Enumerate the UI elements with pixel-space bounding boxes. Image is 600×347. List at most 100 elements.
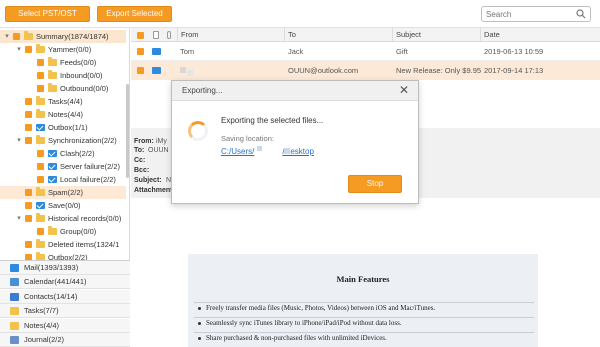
- column-header-to[interactable]: To: [284, 28, 392, 42]
- from-value: iMy: [156, 138, 167, 145]
- bcc-label: Bcc:: [134, 167, 150, 174]
- expand-arrow-icon[interactable]: ▾: [3, 30, 11, 43]
- tree-item[interactable]: Feeds(0/0): [0, 56, 126, 69]
- tree-item[interactable]: Spam(2/2): [0, 186, 126, 199]
- tree-item-label: Inbound(0/0): [60, 71, 103, 80]
- folder-checkbox[interactable]: [25, 124, 32, 131]
- feature-text: Freely transfer media files (Music, Phot…: [206, 304, 436, 312]
- category-icon: [10, 307, 19, 316]
- feature-item: Share purchased & non-purchased files wi…: [194, 332, 534, 346]
- tree-item-label: Summary(1874/1874): [36, 32, 109, 41]
- mail-folder-icon: [36, 124, 45, 131]
- close-icon[interactable]: ✕: [398, 84, 410, 96]
- row-to: Jack: [288, 47, 304, 56]
- email-heading: Main Features: [336, 274, 390, 284]
- folder-checkbox[interactable]: [37, 59, 44, 66]
- tree-item[interactable]: Group(0/0): [0, 225, 126, 238]
- row-checkbox[interactable]: [137, 67, 144, 74]
- folder-checkbox[interactable]: [37, 163, 44, 170]
- tree-item[interactable]: Save(0/0): [0, 199, 126, 212]
- email-content: Main Features Freely transfer media file…: [188, 254, 538, 347]
- search-input[interactable]: [486, 8, 572, 20]
- redacted-path: [284, 148, 290, 154]
- tree-item[interactable]: Outbound(0/0): [0, 82, 126, 95]
- category-item[interactable]: Notes(4/4): [0, 318, 130, 333]
- tree-item-label: Server failure(2/2): [60, 162, 121, 171]
- mail-folder-icon: [48, 163, 57, 170]
- tree-item[interactable]: ▾ Summary(1874/1874): [0, 30, 126, 43]
- stop-button[interactable]: Stop: [348, 175, 402, 193]
- column-header-date[interactable]: Date: [480, 28, 600, 42]
- category-icon: [10, 292, 19, 301]
- tree-item-label: Outbox(2/2): [48, 253, 88, 260]
- tree-item-label: Historical records(0/0): [48, 214, 122, 223]
- folder-checkbox[interactable]: [37, 150, 44, 157]
- tree-item[interactable]: Tasks(4/4): [0, 95, 126, 108]
- saving-location-link[interactable]: C:/Users//Desktop: [221, 147, 314, 156]
- tree-item[interactable]: Outbox(1/1): [0, 121, 126, 134]
- folder-checkbox[interactable]: [13, 33, 20, 40]
- tree-item[interactable]: Server failure(2/2): [0, 160, 126, 173]
- folder-checkbox[interactable]: [25, 215, 32, 222]
- folder-checkbox[interactable]: [37, 85, 44, 92]
- folder-checkbox[interactable]: [37, 228, 44, 235]
- tree-item[interactable]: Local failure(2/2): [0, 173, 126, 186]
- folder-checkbox[interactable]: [25, 137, 32, 144]
- tree-item[interactable]: Clash(2/2): [0, 147, 126, 160]
- category-label: Mail(1393/1393): [24, 263, 79, 272]
- category-item[interactable]: Contacts(14/14): [0, 289, 130, 304]
- bullet: [198, 307, 201, 310]
- tree-item[interactable]: Outbox(2/2): [0, 251, 126, 260]
- exporting-dialog: Exporting... ✕ Exporting the selected fi…: [171, 80, 419, 204]
- select-all-checkbox[interactable]: [137, 32, 144, 39]
- row-subject: New Release: Only $9.95 to ...: [396, 66, 482, 75]
- folder-checkbox[interactable]: [25, 98, 32, 105]
- message-row[interactable]: Tom Jack Gift 2019-06-13 10:59: [131, 42, 600, 61]
- expand-arrow-icon[interactable]: ▾: [15, 212, 23, 225]
- tree-item[interactable]: ▾ Yammer(0/0): [0, 43, 126, 56]
- select-pst-ost-button[interactable]: Select PST/OST: [5, 6, 90, 22]
- tree-item[interactable]: ▾ Historical records(0/0): [0, 212, 126, 225]
- category-item[interactable]: Mail(1393/1393): [0, 261, 130, 275]
- folder-checkbox[interactable]: [25, 46, 32, 53]
- column-header-subject[interactable]: Subject: [392, 28, 480, 42]
- dialog-titlebar: Exporting... ✕: [172, 81, 418, 101]
- tree-item-label: Feeds(0/0): [60, 58, 97, 67]
- attachment-label: Attachment: [134, 187, 173, 194]
- column-header-from[interactable]: From: [177, 28, 284, 42]
- tree-item[interactable]: Deleted items(1324/1: [0, 238, 126, 251]
- search-box[interactable]: [481, 6, 591, 22]
- tree-item[interactable]: Inbound(0/0): [0, 69, 126, 82]
- folder-checkbox[interactable]: [37, 176, 44, 183]
- folder-icon: [36, 44, 45, 53]
- folder-checkbox[interactable]: [25, 202, 32, 209]
- tree-item[interactable]: ▾ Synchronization(2/2): [0, 134, 126, 147]
- folder-checkbox[interactable]: [25, 241, 32, 248]
- message-row[interactable]: OUUN@outlook.com New Release: Only $9.95…: [131, 61, 600, 80]
- folder-checkbox[interactable]: [25, 189, 32, 196]
- category-label: Notes(4/4): [24, 320, 60, 330]
- category-item[interactable]: Calendar(441/441): [0, 275, 130, 290]
- expand-arrow-icon[interactable]: ▾: [15, 134, 23, 147]
- message-list-header: From To Subject Date: [131, 28, 600, 42]
- tree-scrollbar[interactable]: [126, 84, 129, 178]
- redacted-path: [257, 146, 262, 151]
- folder-checkbox[interactable]: [37, 72, 44, 79]
- folder-icon: [36, 187, 45, 196]
- expand-arrow-icon[interactable]: ▾: [15, 43, 23, 56]
- folder-icon: [48, 226, 57, 235]
- export-selected-button[interactable]: Export Selected: [97, 6, 172, 22]
- tree-item-label: Clash(2/2): [60, 149, 95, 158]
- search-icon[interactable]: [576, 9, 586, 19]
- tree-item[interactable]: Notes(4/4): [0, 108, 126, 121]
- category-item[interactable]: Journal(2/2): [0, 333, 130, 347]
- category-icon: [10, 278, 19, 287]
- tree-item-label: Yammer(0/0): [48, 45, 92, 54]
- category-label: Calendar(441/441): [24, 277, 87, 287]
- email-body: Main Features Freely transfer media file…: [131, 198, 600, 347]
- category-item[interactable]: Tasks(7/7): [0, 304, 130, 319]
- redacted-sender: [187, 70, 193, 76]
- row-checkbox[interactable]: [137, 48, 144, 55]
- folder-checkbox[interactable]: [25, 111, 32, 118]
- category-icon: [10, 336, 19, 344]
